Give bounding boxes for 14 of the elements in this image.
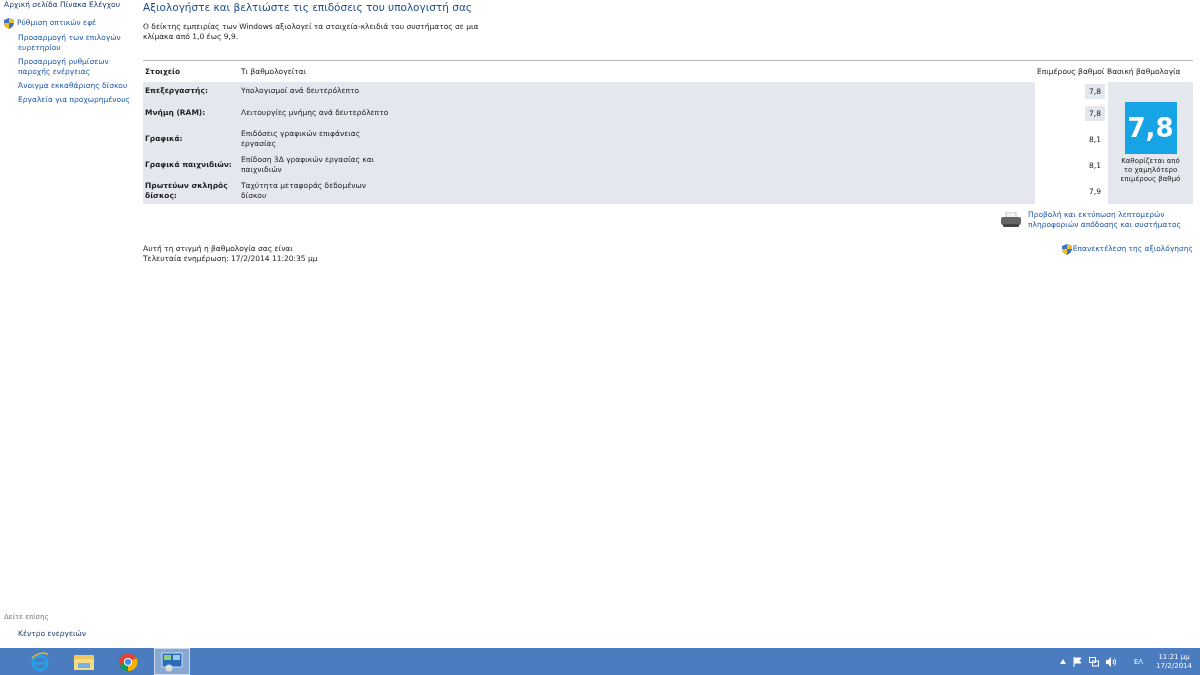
shield-icon [1061,243,1072,255]
network-icon[interactable] [1088,656,1099,667]
browser-icon [30,651,50,672]
flag-icon[interactable] [1072,656,1082,667]
shield-icon [4,18,14,29]
printer-icon [1000,212,1022,228]
show-hidden-icons-icon[interactable] [1059,659,1066,664]
chrome-icon [118,651,138,672]
speaker-icon[interactable] [1105,656,1117,667]
page-title: Αξιολογήστε και βελτιώστε τις επιδόσεις του υπολογιστή σας [143,0,473,14]
folder-icon [73,652,95,671]
taskbar-app[interactable] [154,648,190,675]
control-panel-icon [161,651,183,672]
base-score: 7,8 [1124,102,1177,154]
